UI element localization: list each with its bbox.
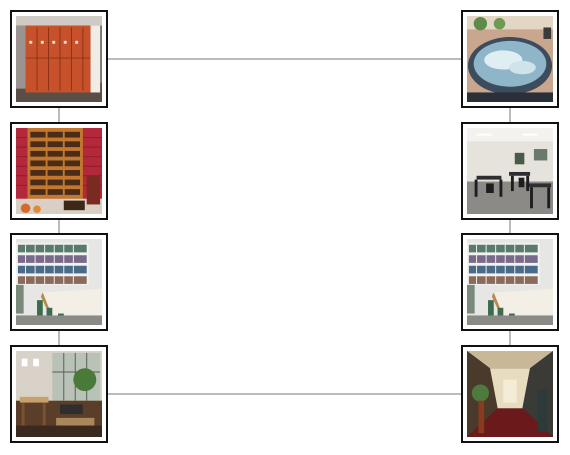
spa-thumbnail[interactable] — [461, 10, 559, 108]
lounge-thumbnail[interactable] — [10, 345, 108, 443]
library-left-thumbnail[interactable] — [10, 233, 108, 331]
wine-rack-photo-icon — [16, 128, 102, 214]
lounge-photo-icon — [16, 351, 102, 437]
library-right-thumbnail[interactable] — [461, 233, 559, 331]
cafeteria-photo-icon — [467, 128, 553, 214]
floor-plan-board — [0, 0, 570, 455]
library-photo-icon — [16, 239, 102, 325]
locker-room-thumbnail[interactable] — [10, 10, 108, 108]
hallway-thumbnail[interactable] — [461, 345, 559, 443]
library-photo-icon — [467, 239, 553, 325]
hot-tub-photo-icon — [467, 16, 553, 102]
cafe-thumbnail[interactable] — [461, 122, 559, 220]
locker-room-photo-icon — [16, 16, 102, 102]
hallway-photo-icon — [467, 351, 553, 437]
wine-cellar-thumbnail[interactable] — [10, 122, 108, 220]
